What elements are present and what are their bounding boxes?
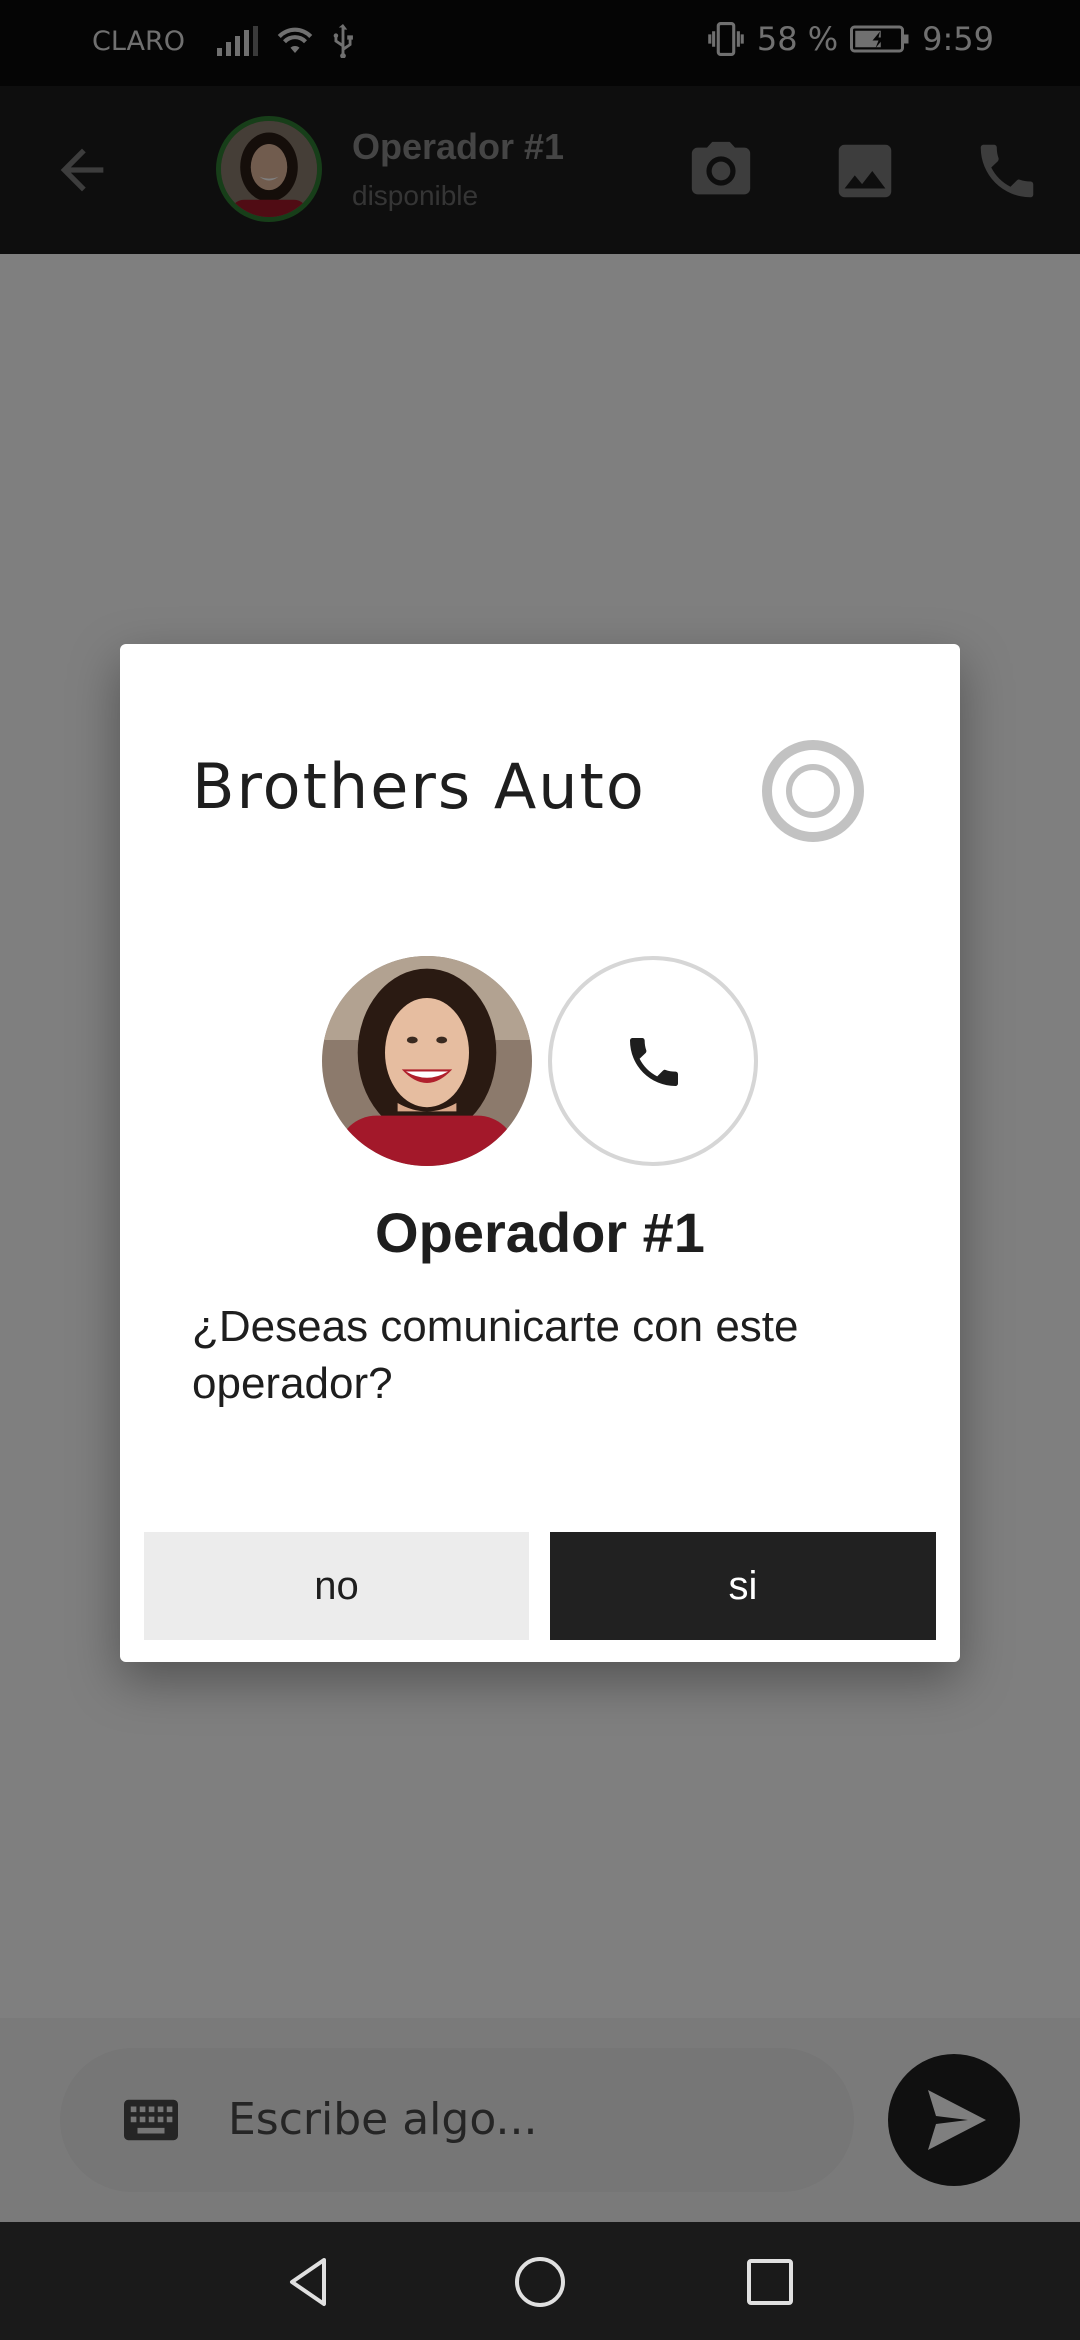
yes-button[interactable]: si	[550, 1532, 936, 1640]
operator-name: Operador #1	[375, 1201, 705, 1264]
dialog-question: ¿Deseas comunicarte con este operador?	[192, 1302, 799, 1408]
phone-call-icon	[630, 1038, 678, 1086]
nav-recents-icon[interactable]	[740, 2252, 800, 2312]
system-nav-bar	[0, 2222, 1080, 2340]
operator-photo	[322, 956, 532, 1166]
call-confirm-dialog: Brothers Auto Operador #1 ¿Deseas comuni…	[120, 644, 960, 1662]
nav-home-icon[interactable]	[510, 2252, 570, 2312]
nav-back-icon[interactable]	[280, 2252, 340, 2312]
no-button[interactable]: no	[144, 1532, 529, 1640]
call-button[interactable]	[548, 956, 758, 1166]
brand-title: Brothers Auto	[192, 750, 646, 823]
loading-spinner-icon	[762, 740, 864, 842]
